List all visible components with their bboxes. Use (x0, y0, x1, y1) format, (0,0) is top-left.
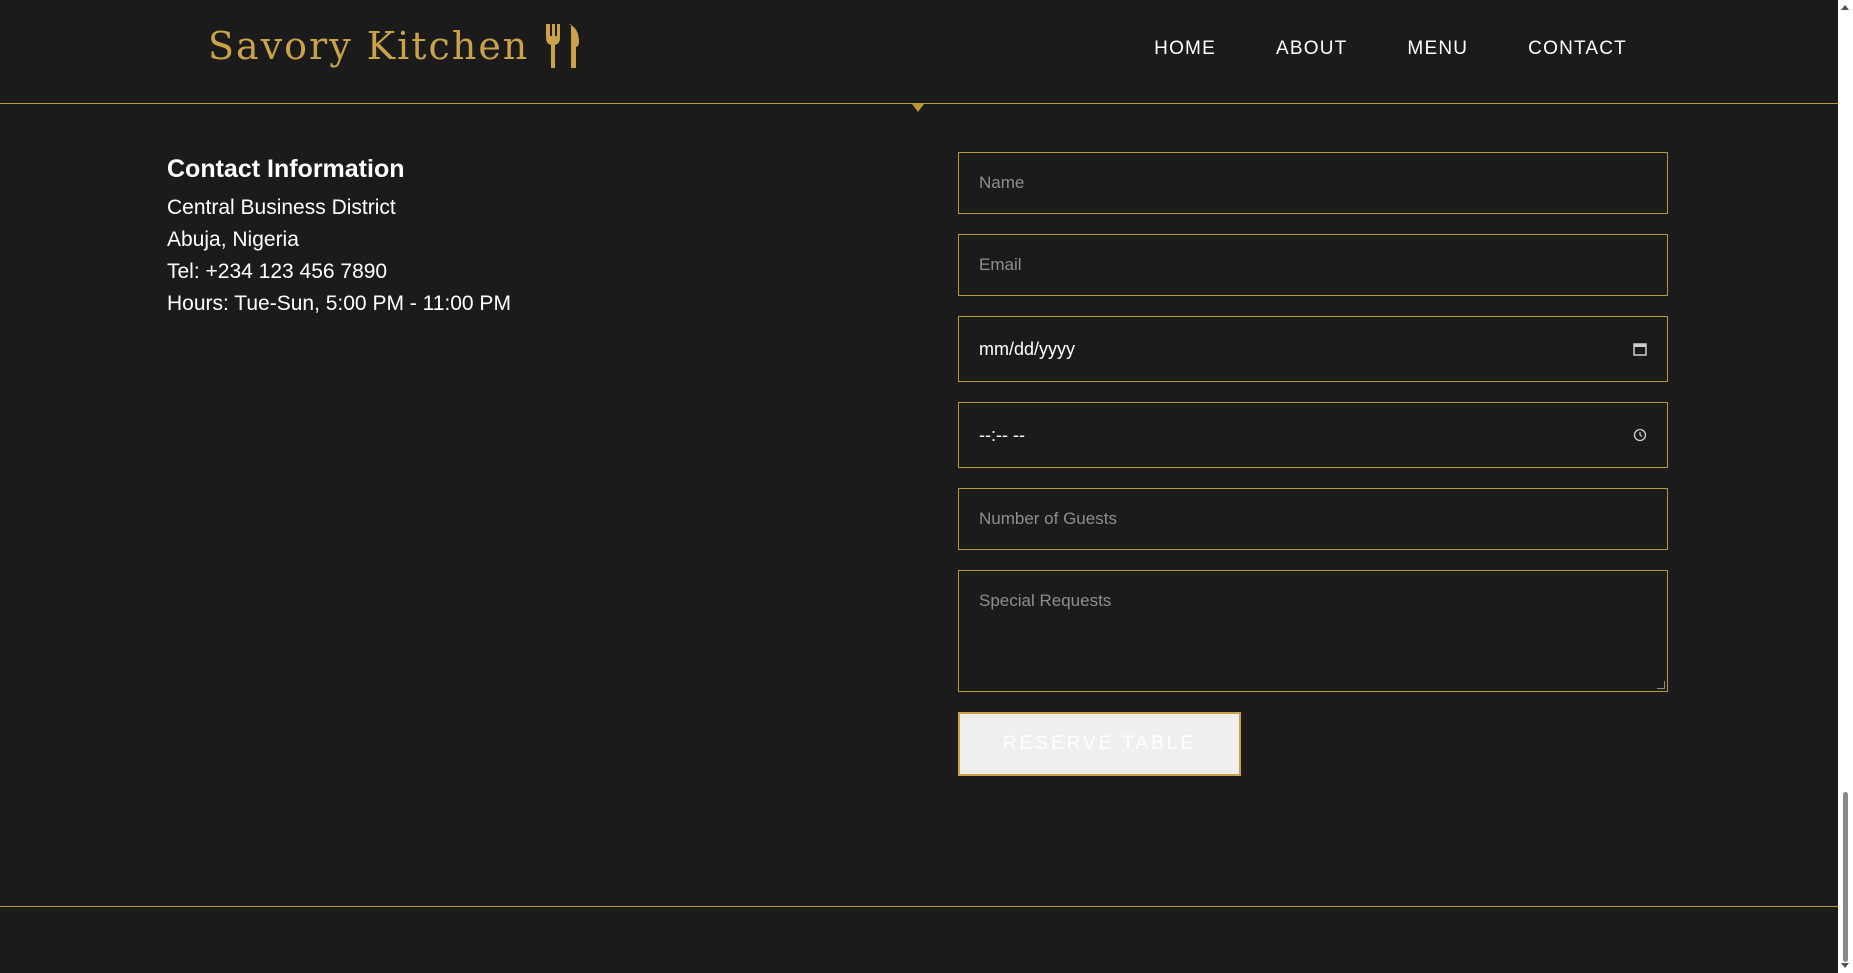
calendar-icon[interactable] (1633, 342, 1647, 356)
contact-info: Contact Information Central Business Dis… (167, 155, 511, 320)
contact-address-line-1: Central Business District (167, 196, 396, 219)
date-value: mm/dd/yyyy (979, 338, 1076, 359)
guests-placeholder: Number of Guests (979, 509, 1117, 528)
logo[interactable]: Savory Kitchen (208, 24, 581, 68)
time-value: --:-- -- (979, 424, 1025, 445)
email-placeholder: Email (979, 255, 1022, 274)
page-scrollbar[interactable] (1838, 0, 1853, 973)
reserve-table-button[interactable]: RESERVE TABLE (958, 712, 1241, 776)
contact-phone: Tel: +234 123 456 7890 (167, 260, 388, 283)
time-input[interactable]: --:-- -- (958, 402, 1668, 468)
header-caret-icon (912, 104, 924, 112)
special-requests-textarea[interactable]: Special Requests (958, 570, 1668, 692)
nav-menu[interactable]: MENU (1407, 38, 1468, 60)
name-input[interactable]: Name (958, 152, 1668, 214)
nav-contact[interactable]: CONTACT (1528, 38, 1627, 60)
contact-address-line-2: Abuja, Nigeria (167, 228, 299, 251)
guests-input[interactable]: Number of Guests (958, 488, 1668, 550)
scroll-up-icon[interactable] (1841, 5, 1849, 10)
reservation-form: Name Email mm/dd/yyyy --:-- -- Number of… (958, 152, 1668, 776)
fork-knife-icon (546, 24, 580, 68)
nav-about[interactable]: ABOUT (1276, 38, 1347, 60)
contact-heading: Contact Information (167, 155, 405, 183)
requests-placeholder: Special Requests (979, 591, 1112, 610)
contact-hours: Hours: Tue-Sun, 5:00 PM - 11:00 PM (167, 292, 511, 315)
nav-home[interactable]: HOME (1154, 38, 1216, 60)
email-input[interactable]: Email (958, 234, 1668, 296)
resize-handle-icon[interactable] (1657, 681, 1665, 689)
page: Savory Kitchen HOME ABOUT MENU CONTACT C… (0, 0, 1838, 973)
scroll-thumb[interactable] (1843, 792, 1848, 962)
clock-icon[interactable] (1633, 428, 1647, 442)
scroll-down-icon[interactable] (1841, 963, 1849, 968)
date-input[interactable]: mm/dd/yyyy (958, 316, 1668, 382)
site-header: Savory Kitchen HOME ABOUT MENU CONTACT (0, 0, 1838, 104)
logo-text: Savory Kitchen (208, 24, 530, 68)
main-nav: HOME ABOUT MENU CONTACT (1154, 38, 1627, 60)
name-placeholder: Name (979, 173, 1025, 192)
footer-divider (0, 906, 1838, 907)
